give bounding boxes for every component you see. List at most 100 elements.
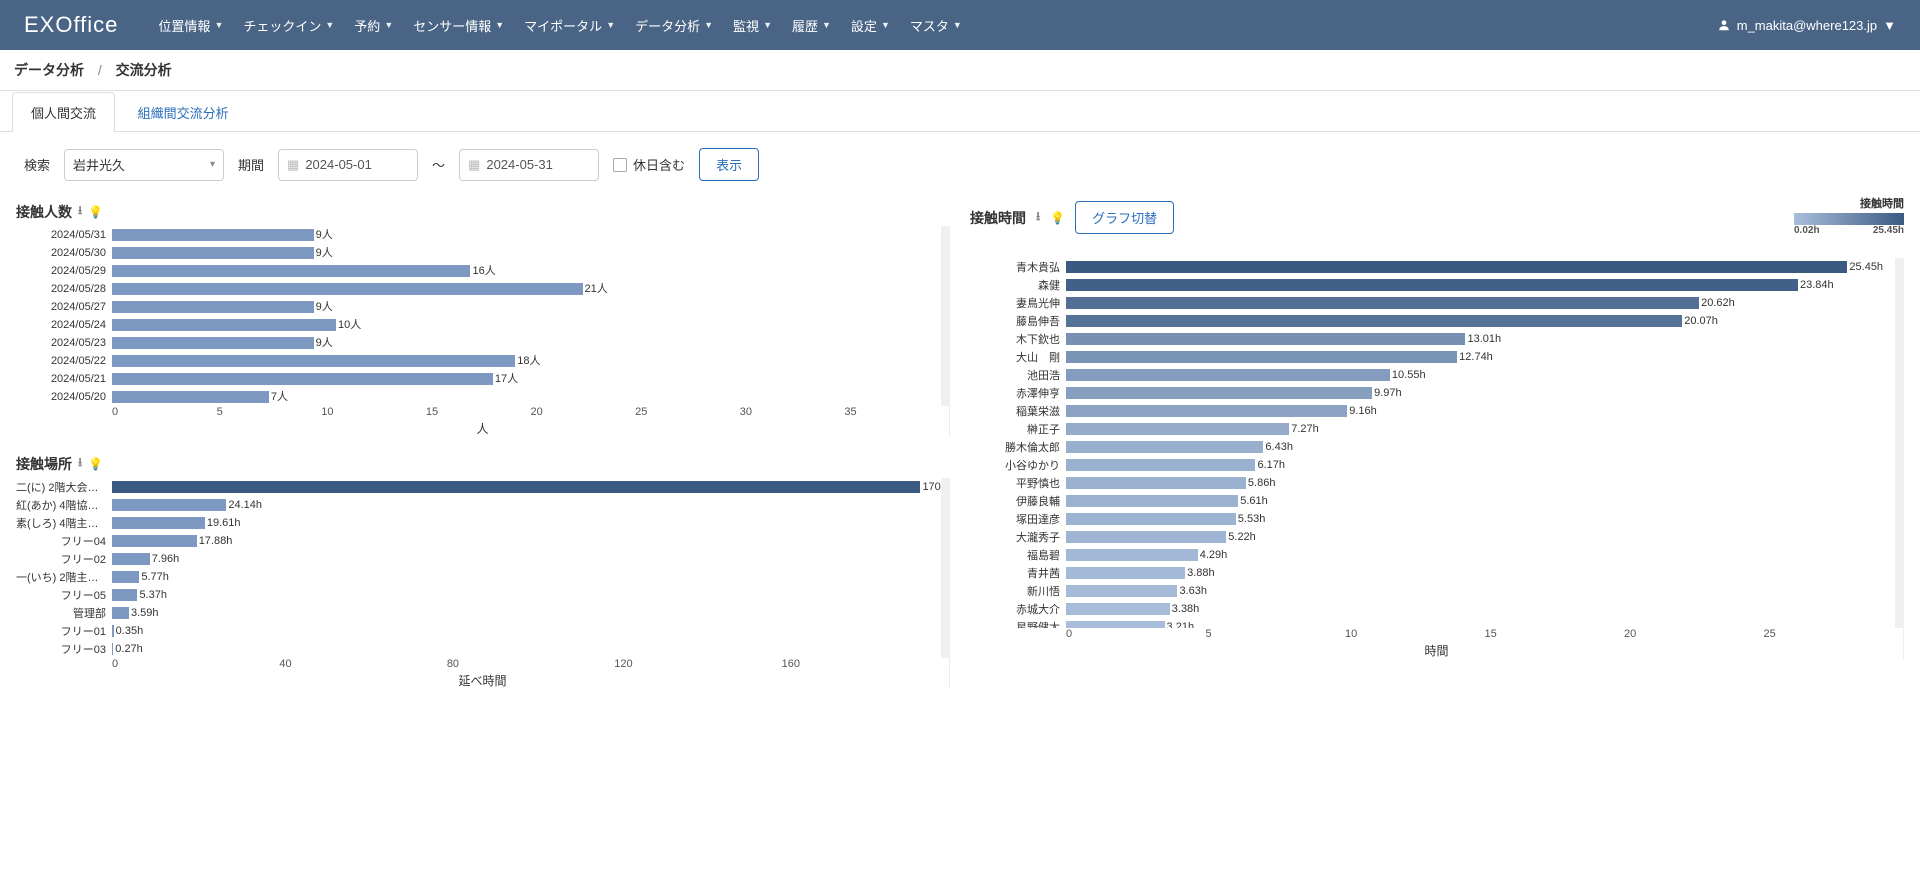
bar-zone: 7.96h bbox=[112, 552, 941, 566]
show-button[interactable]: 表示 bbox=[699, 148, 759, 181]
data-label: 3.63h bbox=[1177, 584, 1207, 598]
breadcrumb-root[interactable]: データ分析 bbox=[14, 62, 84, 78]
bar[interactable] bbox=[112, 247, 314, 259]
bar[interactable] bbox=[112, 499, 226, 511]
chart-body[interactable]: 2024/05/319人2024/05/309人2024/05/2916人202… bbox=[16, 226, 949, 406]
bar[interactable] bbox=[112, 355, 515, 367]
chart-body[interactable]: 青木貴弘25.45h森健23.84h妻鳥光伸20.62h藤島伸吾20.07h木下… bbox=[970, 258, 1903, 628]
bar[interactable] bbox=[1066, 603, 1170, 615]
bar[interactable] bbox=[1066, 261, 1847, 273]
bar[interactable] bbox=[1066, 387, 1372, 399]
bar[interactable] bbox=[1066, 405, 1347, 417]
toggle-chart-button[interactable]: グラフ切替 bbox=[1075, 201, 1174, 234]
bar[interactable] bbox=[1066, 423, 1289, 435]
nav-item[interactable]: センサー情報▼ bbox=[413, 16, 504, 35]
chart-row: 藤島伸吾20.07h bbox=[970, 312, 1895, 330]
bar-zone: 5.86h bbox=[1066, 476, 1895, 490]
date-from-input[interactable]: ▦ 2024-05-01 bbox=[278, 149, 418, 181]
bar[interactable] bbox=[1066, 495, 1238, 507]
nav-item[interactable]: チェックイン▼ bbox=[243, 16, 334, 35]
y-label: 2024/05/31 bbox=[16, 229, 112, 241]
bar-zone: 5.61h bbox=[1066, 494, 1895, 508]
chevron-down-icon: ▼ bbox=[325, 20, 334, 30]
bar[interactable] bbox=[112, 391, 269, 403]
bar[interactable] bbox=[112, 481, 920, 493]
bar[interactable] bbox=[1066, 513, 1236, 525]
chevron-down-icon: ▼ bbox=[953, 20, 962, 30]
user-menu[interactable]: m_makita@where123.jp ▼ bbox=[1717, 18, 1896, 33]
bar[interactable] bbox=[112, 337, 314, 349]
bar[interactable] bbox=[112, 517, 205, 529]
search-select[interactable]: 岩井光久 ▾ bbox=[64, 149, 224, 181]
tick: 15 bbox=[426, 406, 531, 418]
y-label: 2024/05/27 bbox=[16, 301, 112, 313]
bar[interactable] bbox=[112, 301, 314, 313]
bar[interactable] bbox=[1066, 585, 1177, 597]
lightbulb-icon[interactable]: 💡 bbox=[1050, 211, 1065, 225]
bar[interactable] bbox=[1066, 477, 1246, 489]
download-icon[interactable]: ⭳ bbox=[78, 453, 82, 474]
data-label: 12.74h bbox=[1457, 350, 1493, 364]
bar[interactable] bbox=[1066, 297, 1699, 309]
bar[interactable] bbox=[112, 535, 197, 547]
bar[interactable] bbox=[112, 283, 583, 295]
nav-item[interactable]: 監視▼ bbox=[733, 16, 772, 35]
nav-item[interactable]: 予約▼ bbox=[354, 16, 393, 35]
bar[interactable] bbox=[112, 589, 137, 601]
holiday-checkbox[interactable]: 休日含む bbox=[613, 155, 685, 174]
nav-item[interactable]: マスタ▼ bbox=[910, 16, 962, 35]
bar[interactable] bbox=[1066, 621, 1165, 628]
bar[interactable] bbox=[112, 607, 129, 619]
tab-organization[interactable]: 組織間交流分析 bbox=[119, 92, 248, 132]
bar[interactable] bbox=[112, 319, 336, 331]
contact-place-chart: 二(に) 2階大会議室170.66h紅(あか) 4階協会議…24.14h素(しろ… bbox=[16, 478, 950, 689]
lightbulb-icon[interactable]: 💡 bbox=[88, 457, 103, 471]
bar[interactable] bbox=[112, 229, 314, 241]
bar[interactable] bbox=[112, 373, 493, 385]
nav-item[interactable]: 履歴▼ bbox=[792, 16, 831, 35]
y-label: 伊藤良輔 bbox=[970, 493, 1066, 509]
bar[interactable] bbox=[1066, 279, 1798, 291]
download-icon[interactable]: ⭳ bbox=[1036, 207, 1040, 228]
calendar-icon: ▦ bbox=[468, 157, 480, 173]
bar[interactable] bbox=[1066, 459, 1255, 471]
legend-labels: 0.02h 25.45h bbox=[1794, 225, 1904, 236]
bar-zone: 9人 bbox=[112, 228, 941, 242]
tick: 20 bbox=[1624, 628, 1764, 640]
bar[interactable] bbox=[1066, 441, 1263, 453]
lightbulb-icon[interactable]: 💡 bbox=[88, 205, 103, 219]
bar[interactable] bbox=[1066, 333, 1465, 345]
download-icon[interactable]: ⭳ bbox=[78, 201, 82, 222]
bar[interactable] bbox=[1066, 315, 1682, 327]
chart-row: 福島碧4.29h bbox=[970, 546, 1895, 564]
bar[interactable] bbox=[112, 265, 470, 277]
bar[interactable] bbox=[112, 553, 150, 565]
color-legend: 接触時間 0.02h 25.45h bbox=[1794, 195, 1904, 236]
chart-row: 赤澤伸亨9.97h bbox=[970, 384, 1895, 402]
data-label: 24.14h bbox=[226, 498, 262, 512]
bar[interactable] bbox=[1066, 567, 1185, 579]
chart-row: フリー010.35h bbox=[16, 622, 941, 640]
nav-item-label: センサー情報 bbox=[413, 16, 491, 35]
bar-zone: 7.27h bbox=[1066, 422, 1895, 436]
data-label: 10人 bbox=[336, 318, 361, 332]
data-label: 9人 bbox=[314, 246, 333, 260]
nav-item[interactable]: 位置情報▼ bbox=[158, 16, 223, 35]
nav-item[interactable]: 設定▼ bbox=[851, 16, 890, 35]
bar-zone: 4.29h bbox=[1066, 548, 1895, 562]
chart-body[interactable]: 二(に) 2階大会議室170.66h紅(あか) 4階協会議…24.14h素(しろ… bbox=[16, 478, 949, 658]
data-label: 19.61h bbox=[205, 516, 241, 530]
nav-item[interactable]: データ分析▼ bbox=[635, 16, 713, 35]
bar[interactable] bbox=[112, 571, 139, 583]
bar[interactable] bbox=[1066, 549, 1198, 561]
nav-item[interactable]: マイポータル▼ bbox=[524, 16, 615, 35]
bar[interactable] bbox=[1066, 351, 1457, 363]
date-to-input[interactable]: ▦ 2024-05-31 bbox=[459, 149, 599, 181]
bar[interactable] bbox=[1066, 531, 1226, 543]
y-label: 2024/05/22 bbox=[16, 355, 112, 367]
tab-personal[interactable]: 個人間交流 bbox=[12, 92, 115, 132]
y-label: 2024/05/24 bbox=[16, 319, 112, 331]
bar[interactable] bbox=[1066, 369, 1390, 381]
data-label: 6.17h bbox=[1255, 458, 1285, 472]
user-email: m_makita@where123.jp bbox=[1737, 18, 1877, 33]
